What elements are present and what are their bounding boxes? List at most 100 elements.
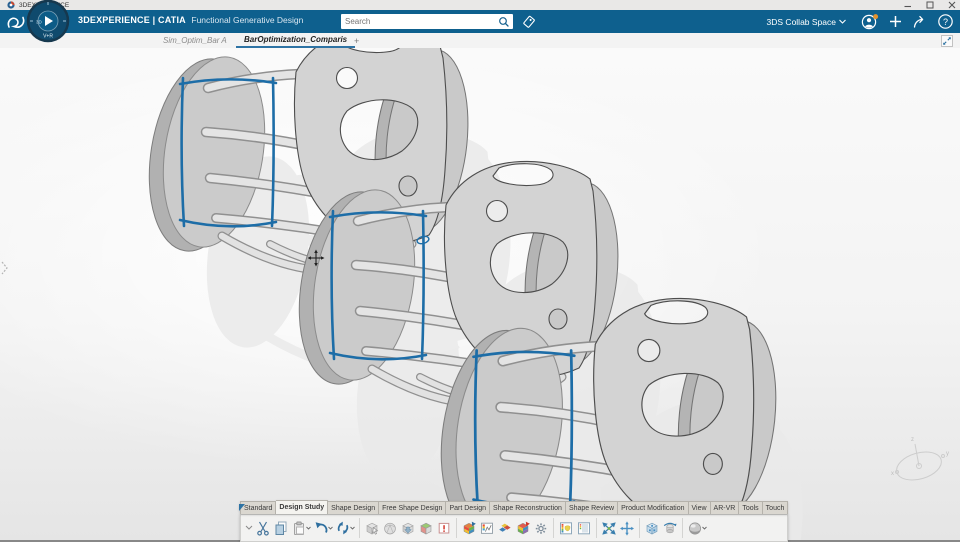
cut-icon	[257, 521, 269, 536]
panel-colorbar-right-icon	[578, 522, 590, 535]
3d-compass[interactable]: 3D V+R	[26, 0, 70, 49]
collab-space-label: 3DS Collab Space	[766, 16, 836, 27]
toolbar-overflow-icon[interactable]	[244, 517, 254, 539]
error-report-icon	[438, 522, 450, 534]
viewport-3d-scene[interactable]: x y z	[0, 48, 960, 540]
tab-tools[interactable]: Tools	[739, 501, 763, 514]
import-shape-button[interactable]	[399, 517, 417, 539]
tab-part-design[interactable]: Part Design	[446, 501, 491, 514]
expand-viewport-icon[interactable]	[941, 35, 953, 47]
plot-sensors-icon	[481, 522, 493, 534]
search-box[interactable]	[341, 14, 513, 29]
brand-text: 3DEXPERIENCE | CATIA Functional Generati…	[78, 15, 303, 25]
help-icon[interactable]: ?	[937, 13, 954, 30]
turntable-icon	[663, 522, 677, 534]
tab-touch[interactable]: Touch	[762, 501, 789, 514]
toolbar-separator	[456, 518, 457, 538]
svg-text:y: y	[946, 451, 949, 457]
pan-navigation-button[interactable]	[618, 517, 636, 539]
toolbar-separator	[639, 518, 640, 538]
paste-icon	[294, 521, 304, 535]
close-button[interactable]	[948, 1, 956, 9]
error-report-button[interactable]	[435, 517, 453, 539]
results-display-icon	[463, 521, 476, 535]
tab-standard[interactable]: Standard	[240, 501, 277, 514]
cut-button[interactable]	[254, 517, 272, 539]
catia-application-window: { "titlebar": { "app_name": "3DEXPERIENC…	[0, 0, 960, 542]
undo-icon	[315, 522, 328, 533]
tag-icon[interactable]	[521, 14, 537, 30]
turntable-button[interactable]	[661, 517, 679, 539]
panel-colorbar-left-button[interactable]	[557, 517, 575, 539]
action-bar-tabs: Standard Design Study Shape Design Free …	[239, 498, 789, 516]
3ds-logo-icon	[5, 12, 27, 37]
compare-results-icon	[499, 523, 511, 532]
contour-results-button[interactable]	[514, 517, 532, 539]
tab-ar-vr[interactable]: AR-VR	[710, 501, 740, 514]
update-icon	[337, 521, 349, 535]
undo-button[interactable]	[312, 517, 330, 539]
view-cube-button[interactable]	[643, 517, 661, 539]
navigation-compass[interactable]: x y z	[891, 437, 949, 485]
action-bar: Standard Design Study Shape Design Free …	[239, 498, 789, 542]
plot-sensors-button[interactable]	[478, 517, 496, 539]
update-button[interactable]	[334, 517, 352, 539]
compass-mode-label: 3D	[36, 20, 43, 25]
shape-result-button[interactable]	[417, 517, 435, 539]
chevron-down-icon	[839, 19, 846, 24]
app-title: Functional Generative Design	[191, 15, 304, 25]
panel-colorbar-left-icon	[560, 522, 572, 535]
search-input[interactable]	[341, 15, 498, 28]
tessellated-shape-icon	[384, 522, 396, 535]
maximize-button[interactable]	[926, 1, 934, 9]
compass-version-label: V+R	[43, 34, 53, 40]
search-icon[interactable]	[498, 16, 510, 28]
tessellated-shape-button[interactable]	[381, 517, 399, 539]
pan-navigation-icon	[620, 520, 634, 536]
tab-bar-optimization-comparison[interactable]: BarOptimization_Comparis	[236, 33, 356, 48]
fly-navigation-icon	[602, 521, 616, 535]
svg-text:?: ?	[943, 17, 948, 27]
action-bar-anchor	[239, 498, 245, 516]
app-bar: 3DEXPERIENCE | CATIA Functional Generati…	[0, 10, 960, 33]
paste-button[interactable]	[290, 517, 308, 539]
view-cube-icon	[646, 522, 658, 535]
tab-view[interactable]: View	[688, 501, 711, 514]
3d-viewport[interactable]: x y z	[0, 48, 960, 540]
shape-result-icon	[420, 522, 432, 535]
contour-results-icon	[517, 521, 530, 535]
share-icon[interactable]	[912, 14, 928, 30]
select-shape-button[interactable]	[363, 517, 381, 539]
tab-product-modification[interactable]: Product Modification	[618, 501, 689, 514]
minimize-button[interactable]	[904, 1, 912, 9]
add-icon[interactable]	[888, 14, 903, 29]
tab-design-study[interactable]: Design Study	[276, 500, 329, 514]
gear-icon	[535, 522, 547, 534]
add-tab-button[interactable]: +	[348, 33, 365, 48]
panel-colorbar-right-button[interactable]	[575, 517, 593, 539]
tab-shape-design[interactable]: Shape Design	[328, 501, 380, 514]
copy-button[interactable]	[272, 517, 290, 539]
tab-free-shape-design[interactable]: Free Shape Design	[379, 501, 447, 514]
toolbar-separator	[682, 518, 683, 538]
select-shape-icon	[366, 522, 379, 535]
toolbar-separator	[596, 518, 597, 538]
fly-navigation-button[interactable]	[600, 517, 618, 539]
results-display-button[interactable]	[460, 517, 478, 539]
toolbar-separator	[359, 518, 360, 538]
panel-expand-chevron-icon[interactable]	[1, 261, 8, 275]
document-tabstrip: Sim_Optim_Bar A BarOptimization_Comparis…	[0, 33, 960, 49]
simulation-gear-button[interactable]	[532, 517, 550, 539]
compare-results-button[interactable]	[496, 517, 514, 539]
svg-text:x: x	[891, 471, 894, 477]
tab-shape-reconstruction[interactable]: Shape Reconstruction	[490, 501, 566, 514]
toolbar-separator	[553, 518, 554, 538]
tab-sim-optim-bar-a[interactable]: Sim_Optim_Bar A	[155, 33, 235, 48]
collab-space-dropdown[interactable]: 3DS Collab Space	[761, 16, 852, 28]
app-icon	[7, 1, 15, 9]
svg-text:z: z	[911, 437, 914, 443]
user-icon[interactable]	[861, 13, 879, 31]
render-style-button[interactable]	[686, 517, 704, 539]
tab-shape-review[interactable]: Shape Review	[565, 501, 619, 514]
render-style-icon	[689, 522, 701, 534]
